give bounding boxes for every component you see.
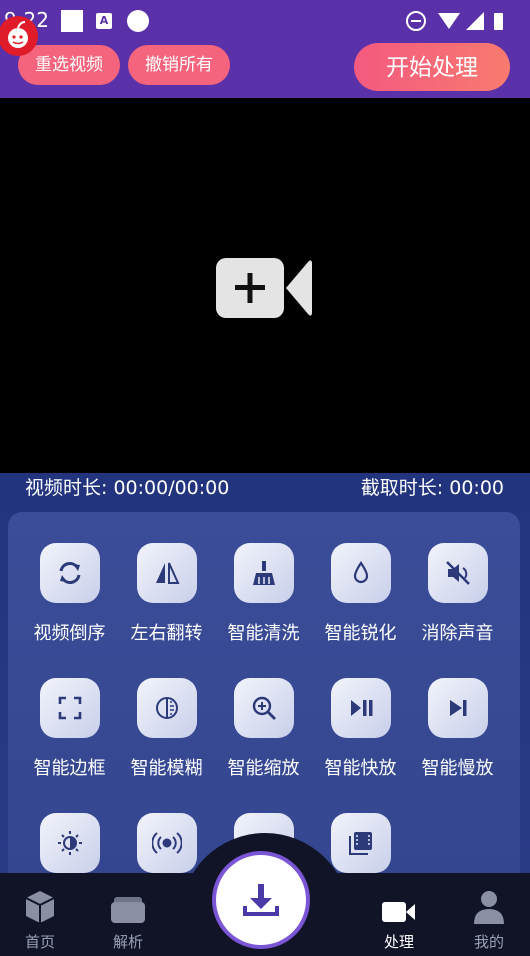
undo-all-button[interactable]: 撤销所有: [128, 45, 230, 85]
clip-duration-label: 截取时长: 00:00: [360, 477, 504, 499]
mute-icon: [427, 543, 488, 603]
video-duration-label: 视频时长: 00:00/00:00: [25, 477, 230, 499]
nav-label: 首页: [24, 933, 55, 951]
notification-circle-icon: [127, 10, 149, 32]
tool-label: 智能缩放: [227, 758, 300, 779]
tool-zoom[interactable]: 智能缩放: [215, 678, 312, 780]
tool-blur[interactable]: 智能模糊: [118, 678, 215, 780]
nav-mine[interactable]: 我的: [449, 873, 529, 956]
tool-fast[interactable]: 智能快放: [312, 678, 409, 780]
nav-home[interactable]: 首页: [0, 873, 80, 956]
contrast-icon: [39, 813, 100, 873]
play-pause-icon: [330, 678, 391, 738]
wallet-icon: [88, 873, 168, 925]
tool-label: 视频倒序: [33, 623, 106, 644]
video-camera-icon: [359, 873, 439, 925]
zoom-in-icon: [233, 678, 294, 738]
download-button[interactable]: [216, 855, 306, 945]
tool-reverse[interactable]: 视频倒序: [21, 543, 118, 645]
tool-contrast[interactable]: [21, 813, 118, 873]
tool-label: 左右翻转: [130, 623, 203, 644]
status-bar: 9:22 A: [0, 0, 530, 40]
tool-clean[interactable]: 智能清洗: [215, 543, 312, 645]
tool-mute[interactable]: 消除声音: [409, 543, 506, 645]
nav-parse[interactable]: 解析: [88, 873, 168, 956]
tool-flip[interactable]: 左右翻转: [118, 543, 215, 645]
notification-a-icon: A: [96, 13, 112, 29]
flip-horizontal-icon: [136, 543, 197, 603]
tools-card: 视频倒序 左右翻转 智能清洗 智能锐化 消除声音 智能边框 智能模糊 智能缩放 …: [8, 512, 520, 873]
refresh-icon: [39, 543, 100, 603]
person-icon: [449, 873, 529, 925]
nav-process[interactable]: 处理: [359, 873, 439, 956]
film-library-icon: [330, 813, 391, 873]
broadcast-icon: [136, 813, 197, 873]
apple-logo-icon[interactable]: [0, 16, 38, 56]
notification-square-icon: [61, 10, 83, 32]
nav-label: 处理: [383, 933, 414, 951]
start-processing-button[interactable]: 开始处理: [354, 43, 510, 91]
tool-label: 智能慢放: [421, 758, 494, 779]
cube-icon: [0, 873, 80, 925]
tool-label: 智能模糊: [130, 758, 203, 779]
nav-label: 我的: [473, 933, 504, 951]
tool-sharpen[interactable]: 智能锐化: [312, 543, 409, 645]
tools-panel: 视频时长: 00:00/00:00 截取时长: 00:00 视频倒序 左右翻转 …: [0, 473, 530, 873]
frame-corners-icon: [39, 678, 100, 738]
tool-label: 智能清洗: [227, 623, 300, 644]
download-icon: [243, 884, 279, 916]
system-status-icons: [406, 11, 503, 31]
tool-border[interactable]: 智能边框: [21, 678, 118, 780]
broom-icon: [233, 543, 294, 603]
add-video-icon[interactable]: [216, 256, 316, 320]
tool-slow[interactable]: 智能慢放: [409, 678, 506, 780]
skip-next-icon: [427, 678, 488, 738]
droplet-icon: [330, 543, 391, 603]
top-toolbar: 重选视频 撤销所有 开始处理: [0, 40, 530, 98]
blur-icon: [136, 678, 197, 738]
tool-label: 智能快放: [324, 758, 397, 779]
tool-label: 智能边框: [33, 758, 106, 779]
tool-label: 消除声音: [421, 623, 494, 644]
nav-label: 解析: [112, 933, 143, 951]
tool-label: 智能锐化: [324, 623, 397, 644]
